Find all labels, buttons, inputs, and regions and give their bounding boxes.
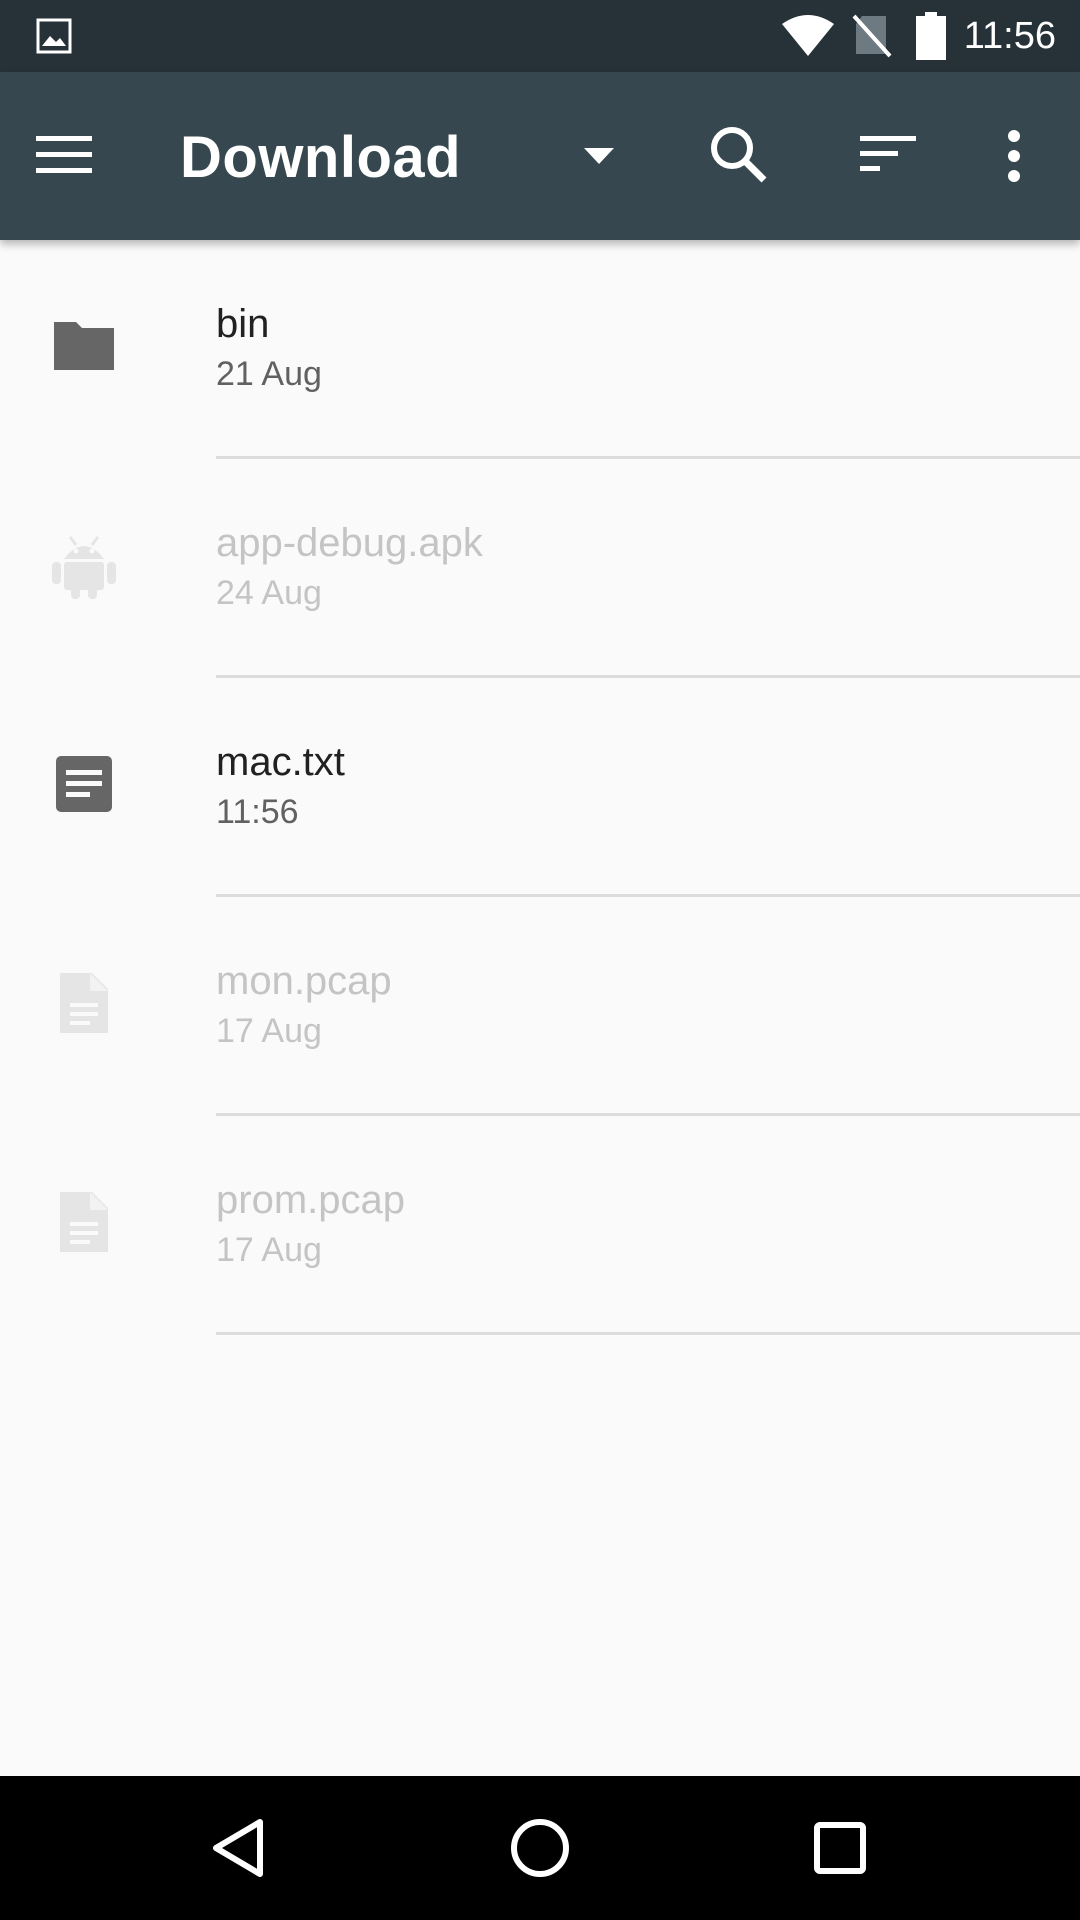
toolbar-title[interactable]: Download [180, 124, 461, 192]
wifi-icon [780, 14, 836, 63]
navigation-bar [0, 1776, 1080, 1920]
file-name: mac.txt [216, 740, 345, 784]
more-vert-icon[interactable] [990, 120, 1038, 192]
file-name: app-debug.apk [216, 521, 483, 565]
file-date: 24 Aug [216, 574, 322, 612]
file-name: prom.pcap [216, 1178, 405, 1222]
home-icon[interactable] [495, 1806, 585, 1890]
file-name: mon.pcap [216, 959, 392, 1003]
file-icon [50, 1188, 118, 1256]
file-date: 17 Aug [216, 1231, 322, 1269]
status-time: 11:56 [963, 15, 1056, 57]
list-item[interactable]: mac.txt 11:56 [0, 678, 1080, 897]
file-list: bin 21 Aug app-debug.apk 24 Aug mac.txt … [0, 240, 1080, 1335]
search-icon[interactable] [704, 120, 776, 192]
list-item[interactable]: bin 21 Aug [0, 240, 1080, 459]
no-sim-icon [852, 14, 892, 63]
image-notification-icon [36, 18, 72, 59]
recents-icon[interactable] [795, 1806, 885, 1890]
sort-icon[interactable] [852, 120, 924, 192]
list-item[interactable]: prom.pcap 17 Aug [0, 1116, 1080, 1335]
app-toolbar: Download [0, 72, 1080, 240]
list-item[interactable]: mon.pcap 17 Aug [0, 897, 1080, 1116]
file-name: bin [216, 302, 270, 346]
android-icon [50, 531, 118, 599]
divider [216, 1332, 1080, 1335]
folder-icon [50, 312, 118, 380]
file-icon [50, 969, 118, 1037]
status-bar: 11:56 [0, 0, 1080, 72]
list-item[interactable]: app-debug.apk 24 Aug [0, 459, 1080, 678]
text-document-icon [50, 750, 118, 818]
file-date: 17 Aug [216, 1012, 322, 1050]
menu-icon[interactable] [36, 116, 132, 196]
dropdown-arrow-icon[interactable] [570, 136, 630, 176]
file-date: 11:56 [216, 793, 299, 831]
file-date: 21 Aug [216, 355, 322, 393]
battery-icon [916, 12, 946, 65]
back-icon[interactable] [196, 1806, 286, 1890]
